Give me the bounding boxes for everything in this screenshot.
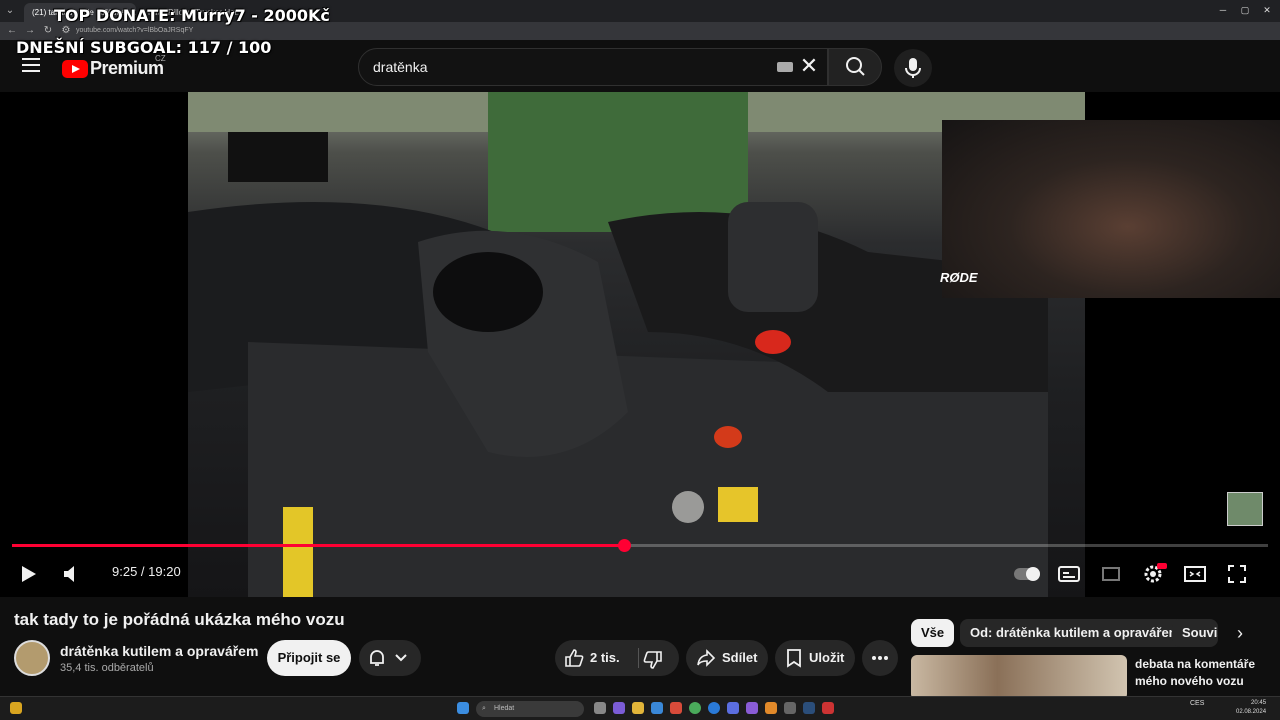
dislike-button[interactable] (643, 648, 667, 669)
autoplay-icon (1014, 567, 1040, 581)
thumbs-down-icon (643, 651, 662, 669)
app-icon-4[interactable] (727, 702, 739, 714)
share-icon (697, 649, 716, 667)
save-button[interactable]: Uložit (775, 640, 855, 676)
search-box: ✕ (358, 48, 828, 86)
url-field[interactable]: youtube.com/watch?v=lBbOaJRSqFY (76, 24, 193, 38)
search-icon (846, 57, 865, 76)
app-icon-6[interactable] (784, 702, 796, 714)
save-label: Uložit (809, 650, 845, 665)
clock-time: 20:45 (1251, 700, 1267, 706)
bookmark-icon (787, 649, 801, 668)
share-button[interactable]: Sdílet (686, 640, 768, 676)
app-icon-2[interactable] (651, 702, 663, 714)
app-icon-7[interactable] (822, 702, 834, 714)
share-label: Sdílet (722, 650, 758, 665)
webcam-overlay: RØDE (940, 120, 1280, 298)
search-icon: ⌕ (482, 705, 486, 712)
edge-icon[interactable] (708, 702, 720, 714)
widget-icon[interactable] (10, 702, 22, 714)
subtitles-button[interactable] (1055, 560, 1083, 588)
join-button[interactable]: Připojit se (267, 640, 351, 676)
cam-brand: RØDE (940, 270, 978, 285)
close-window-icon[interactable]: ✕ (1256, 0, 1278, 20)
app-icon-1[interactable] (613, 702, 625, 714)
volume-button[interactable] (58, 560, 86, 588)
like-count: 2 tis. (590, 650, 620, 665)
like-dislike-group: 2 tis. (555, 640, 679, 676)
autoplay-toggle[interactable] (1013, 560, 1041, 588)
gear-icon (1144, 563, 1167, 583)
thumbs-up-icon (565, 649, 584, 667)
progress-knob[interactable] (617, 539, 631, 552)
voice-search-button[interactable] (894, 49, 932, 87)
taskbar-search[interactable]: ⌕ Hledat (476, 701, 584, 717)
clock-date: 02.08.2024 (1236, 709, 1267, 715)
language-indicator[interactable]: CES (1190, 700, 1204, 707)
task-view-icon[interactable] (594, 702, 606, 714)
play-icon (22, 566, 36, 582)
video-player[interactable]: RØDE 9:25 / 19:20 (0, 92, 1280, 597)
chip-all[interactable]: Vše (911, 619, 955, 647)
volume-icon (64, 566, 74, 582)
loop-icon (1102, 567, 1120, 581)
tab-list-icon[interactable]: ⌄ (2, 2, 18, 20)
miniplayer-button[interactable] (1181, 560, 1209, 588)
top-donate-overlay: TOP DONATE: Murry7 - 2000Kč (54, 6, 330, 25)
video-title: tak tady to je pořádná ukázka mého vozu (14, 610, 345, 629)
taskbar: ⌕ Hledat CES 20:45 02.08.2024 (0, 696, 1280, 720)
bell-icon (370, 650, 384, 666)
app-icon-3[interactable] (670, 702, 682, 714)
progress-bar[interactable] (12, 539, 1268, 552)
chevron-right-icon[interactable]: › (1228, 620, 1252, 646)
clock[interactable]: 20:45 02.08.2024 (1236, 699, 1266, 717)
fullscreen-button[interactable] (1223, 560, 1251, 588)
settings-button[interactable] (1139, 560, 1167, 588)
more-actions-button[interactable] (862, 640, 898, 676)
channel-watermark[interactable] (1227, 492, 1263, 526)
app-icon-5[interactable] (765, 702, 777, 714)
keyboard-icon[interactable] (777, 62, 793, 72)
start-icon[interactable] (457, 702, 469, 714)
recommended-video-title[interactable]: debata na komentáře mého nového vozu (1135, 656, 1275, 690)
microphone-icon (905, 58, 921, 78)
more-icon (872, 656, 888, 660)
maximize-icon[interactable]: ▢ (1234, 0, 1256, 20)
menu-icon[interactable] (22, 58, 40, 72)
fullscreen-icon (1228, 565, 1246, 583)
chevron-down-icon (395, 654, 407, 662)
system-tray[interactable]: CES (1190, 700, 1204, 707)
chip-related[interactable]: Souvisejí (1172, 619, 1218, 647)
logo-text[interactable]: Premium (90, 58, 164, 79)
search-button[interactable] (828, 48, 882, 86)
search-input[interactable] (373, 49, 773, 85)
notification-bell-button[interactable] (359, 640, 421, 676)
explorer-icon[interactable] (632, 702, 644, 714)
steam-icon[interactable] (803, 702, 815, 714)
like-divider (638, 648, 639, 668)
taskbar-search-placeholder: Hledat (494, 705, 515, 712)
discord-icon[interactable] (746, 702, 758, 714)
chrome-icon[interactable] (689, 702, 701, 714)
subgoal-overlay: DNEŠNÍ SUBGOAL: 117 / 100 (16, 38, 272, 57)
avatar[interactable] (14, 640, 50, 676)
clear-search-icon[interactable]: ✕ (797, 54, 821, 78)
loop-button[interactable] (1097, 560, 1125, 588)
miniplayer-icon (1184, 566, 1206, 582)
recommended-video-thumbnail[interactable] (911, 655, 1127, 700)
youtube-logo-icon[interactable] (62, 60, 88, 78)
like-button[interactable]: 2 tis. (555, 640, 637, 676)
chip-from-channel[interactable]: Od: drátěnka kutilem a opravářem (960, 619, 1191, 647)
subtitles-icon (1058, 566, 1080, 582)
play-button[interactable] (14, 560, 42, 588)
subscriber-count: 35,4 tis. odběratelů (60, 662, 154, 674)
time-display: 9:25 / 19:20 (112, 564, 181, 579)
progress-fill (12, 544, 624, 547)
current-time: 9:25 (112, 564, 138, 579)
minimize-icon[interactable]: ─ (1212, 0, 1234, 20)
channel-name[interactable]: drátěnka kutilem a opravářem (60, 643, 258, 659)
duration: 19:20 (148, 564, 181, 579)
